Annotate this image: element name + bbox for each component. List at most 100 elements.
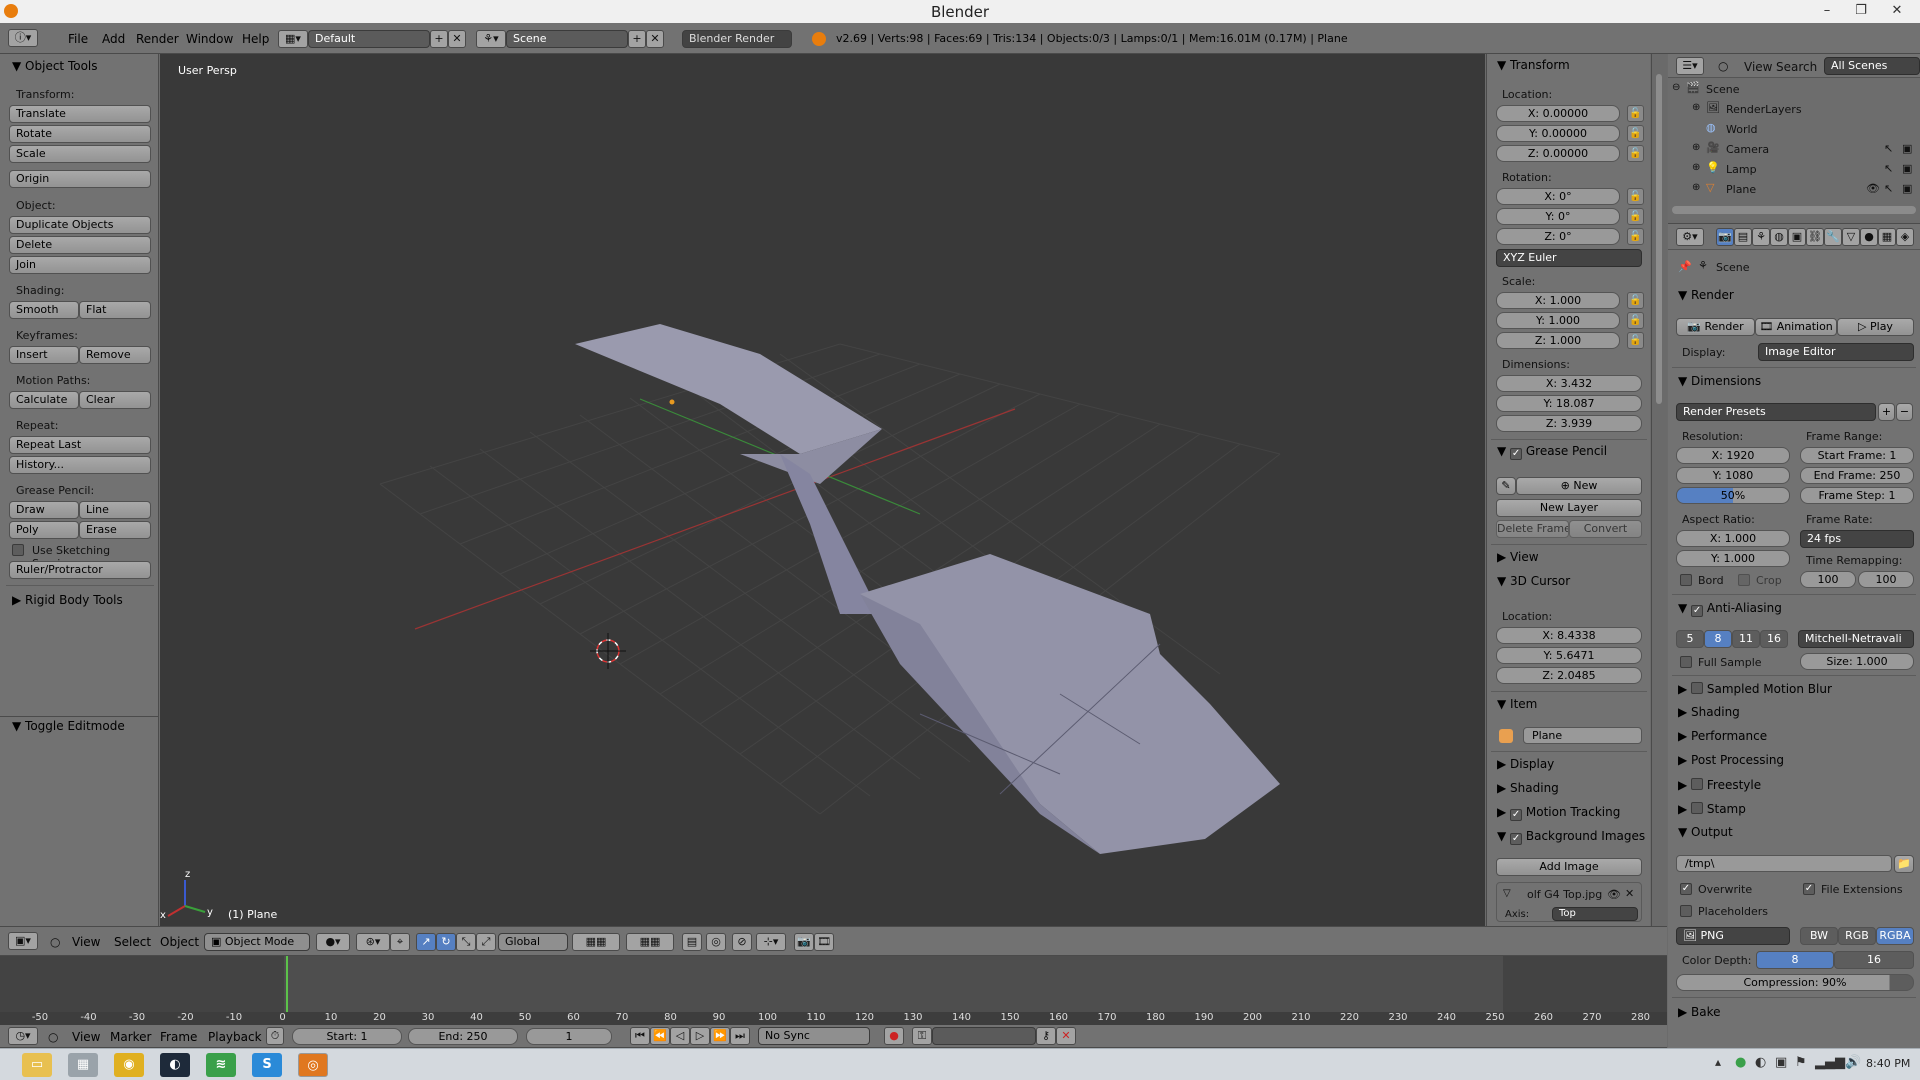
menu-select[interactable]: Select xyxy=(114,930,151,954)
rotation-mode-dropdown[interactable]: XYZ Euler xyxy=(1496,249,1642,267)
join-button[interactable]: Join xyxy=(9,256,151,274)
mode-dropdown[interactable]: ▣ Object Mode xyxy=(204,933,310,951)
erase-button[interactable]: Erase xyxy=(79,521,151,539)
keying-set-field[interactable] xyxy=(932,1027,1036,1045)
end-field[interactable]: End: 250 xyxy=(408,1028,518,1045)
translate-button[interactable]: Translate xyxy=(9,105,151,123)
timeline-menu-frame[interactable]: Frame xyxy=(160,1025,197,1049)
play-reverse-icon[interactable]: ◁ xyxy=(670,1027,690,1045)
rotate-button[interactable]: Rotate xyxy=(9,125,151,143)
end-frame-field[interactable]: End Frame: 250 xyxy=(1800,467,1914,484)
new-layer-button[interactable]: New Layer xyxy=(1496,499,1642,517)
dimensions-panel-header[interactable]: ▼ Dimensions xyxy=(1678,374,1761,388)
history-button[interactable]: History... xyxy=(9,456,151,474)
repeat-last-button[interactable]: Repeat Last xyxy=(9,436,151,454)
jump-end-icon[interactable]: ⏭ xyxy=(730,1027,750,1045)
render-button[interactable]: 📷 Render xyxy=(1676,318,1755,336)
delete-key-icon[interactable]: ✕ xyxy=(1056,1027,1076,1045)
outliner-scrollbar[interactable] xyxy=(1672,206,1916,214)
poly-button[interactable]: Poly xyxy=(9,521,79,539)
collapse-triangle-icon[interactable]: ▽ xyxy=(1503,888,1511,899)
menu-add[interactable]: Add xyxy=(102,27,125,51)
tray-steam-icon[interactable]: ◐ xyxy=(1755,1055,1766,1070)
timeline-ruler[interactable]: -50 -40 -30 -20 -10 0 10 20 30 40 50 60 70 80 90 100 110… xyxy=(0,1012,1667,1025)
tray-chevron-icon[interactable]: ▴ xyxy=(1715,1055,1721,1069)
record-icon[interactable]: ● xyxy=(884,1027,904,1045)
output-path-field[interactable]: /tmp\ xyxy=(1676,855,1892,872)
material-tab-icon[interactable]: ● xyxy=(1860,228,1878,246)
translate-manipulator-icon[interactable]: ↗ xyxy=(416,933,436,951)
outliner-search-menu[interactable]: Search xyxy=(1776,60,1817,74)
overwrite-checkbox[interactable]: ✓ xyxy=(1680,883,1692,895)
toggle-editmode-header[interactable]: ▼ Toggle Editmode xyxy=(12,719,125,733)
render-presets-dropdown[interactable]: Render Presets xyxy=(1676,403,1876,421)
frame-step-field[interactable]: Frame Step: 1 xyxy=(1800,487,1914,504)
select-cursor-icon[interactable]: ↖ xyxy=(1884,182,1893,195)
aa-samples-5[interactable]: 5 xyxy=(1676,630,1704,648)
steam-icon[interactable]: ◐ xyxy=(160,1053,190,1077)
cursor-x-field[interactable]: X: 8.4338 xyxy=(1496,627,1642,644)
jump-start-icon[interactable]: ⏮ xyxy=(630,1027,650,1045)
shading-panel-header[interactable]: ▶ Shading xyxy=(1678,705,1740,719)
outliner-view-menu[interactable]: View xyxy=(1744,60,1772,74)
placeholders-checkbox[interactable] xyxy=(1680,905,1692,917)
lock-icon[interactable]: 🔓 xyxy=(1627,105,1644,122)
timeline-menu-marker[interactable]: Marker xyxy=(110,1025,151,1049)
menu-object[interactable]: Object xyxy=(160,930,199,954)
expand-icon[interactable]: ⊕ xyxy=(1692,142,1700,153)
aa-samples-11[interactable]: 11 xyxy=(1732,630,1760,648)
flat-button[interactable]: Flat xyxy=(79,301,151,319)
motion-blur-header[interactable]: ▶ Sampled Motion Blur xyxy=(1678,681,1832,696)
rgb-button[interactable]: RGB xyxy=(1838,927,1876,945)
scale-button[interactable]: Scale xyxy=(9,145,151,163)
bw-button[interactable]: BW xyxy=(1800,927,1838,945)
line-button[interactable]: Line xyxy=(79,501,151,519)
location-x-field[interactable]: X: 0.00000 xyxy=(1496,105,1620,122)
lock-icon[interactable]: 🔓 xyxy=(1627,228,1644,245)
constraints-tab-icon[interactable]: ⛓ xyxy=(1806,228,1824,246)
display-header[interactable]: ▶ Display xyxy=(1497,757,1554,771)
post-processing-header[interactable]: ▶ Post Processing xyxy=(1678,753,1784,767)
rgba-button[interactable]: RGBA xyxy=(1876,927,1914,945)
aspect-x-field[interactable]: X: 1.000 xyxy=(1676,530,1790,547)
expand-icon[interactable]: ⊕ xyxy=(1692,102,1700,113)
motion-tracking-header[interactable]: ▶ ✓ Motion Tracking xyxy=(1497,805,1620,821)
lock-icon[interactable]: 🔓 xyxy=(1627,208,1644,225)
volume-icon[interactable]: 🔊 xyxy=(1845,1055,1861,1070)
add-image-button[interactable]: Add Image xyxy=(1496,858,1642,876)
current-frame-indicator[interactable] xyxy=(286,956,288,1012)
tray-flag-icon[interactable]: ⚑ xyxy=(1795,1055,1807,1070)
object-tools-header[interactable]: ▼ Object Tools xyxy=(12,59,98,73)
manipulator-extra-icon[interactable]: ⤢ xyxy=(476,933,496,951)
dimension-x-field[interactable]: X: 3.432 xyxy=(1496,375,1642,392)
tray-app-icon[interactable]: ▣ xyxy=(1775,1055,1787,1070)
physics-tab-icon[interactable]: ◈ xyxy=(1896,228,1914,246)
file-explorer-icon[interactable]: ▭ xyxy=(22,1053,52,1077)
compression-slider[interactable]: Compression: 90% xyxy=(1676,974,1914,991)
lock-icon[interactable]: 🔓 xyxy=(1627,145,1644,162)
grease-pencil-header[interactable]: ▼ ✓ Grease Pencil xyxy=(1497,444,1607,460)
location-y-field[interactable]: Y: 0.00000 xyxy=(1496,125,1620,142)
outliner-editor-icon[interactable]: ☰▾ xyxy=(1676,57,1704,75)
grease-pencil-checkbox[interactable]: ✓ xyxy=(1510,448,1523,460)
smooth-button[interactable]: Smooth xyxy=(9,301,79,319)
view3d-editor-icon[interactable]: ▣▾ xyxy=(8,932,38,950)
convert-button[interactable]: Convert xyxy=(1569,520,1642,538)
dimension-y-field[interactable]: Y: 18.087 xyxy=(1496,395,1642,412)
resolution-percentage-slider[interactable]: 50% xyxy=(1676,487,1790,504)
expand-icon[interactable]: ⊕ xyxy=(1692,182,1700,193)
render-panel-header[interactable]: ▼ Render xyxy=(1678,288,1734,302)
eye-icon[interactable]: 👁 xyxy=(1607,888,1621,901)
render-camera-icon[interactable]: ▣ xyxy=(1902,142,1912,155)
menu-window[interactable]: Window xyxy=(186,27,233,51)
ruler-protractor-button[interactable]: Ruler/Protractor xyxy=(9,561,151,579)
taskbar-clock[interactable]: 8:40 PM xyxy=(1866,1057,1910,1070)
manipulator-toggle-icon[interactable]: ⌖ xyxy=(390,933,410,951)
time-remap-old-field[interactable]: 100 xyxy=(1800,571,1856,588)
background-images-header[interactable]: ▼ ✓ Background Images xyxy=(1497,829,1645,845)
start-field[interactable]: Start: 1 xyxy=(292,1028,402,1045)
time-remap-new-field[interactable]: 100 xyxy=(1858,571,1914,588)
outliner-item-lamp[interactable]: Lamp xyxy=(1726,163,1757,176)
anti-aliasing-header[interactable]: ▼ ✓ Anti-Aliasing xyxy=(1678,601,1782,617)
snap-element-icon[interactable]: ⊹▾ xyxy=(756,933,786,951)
